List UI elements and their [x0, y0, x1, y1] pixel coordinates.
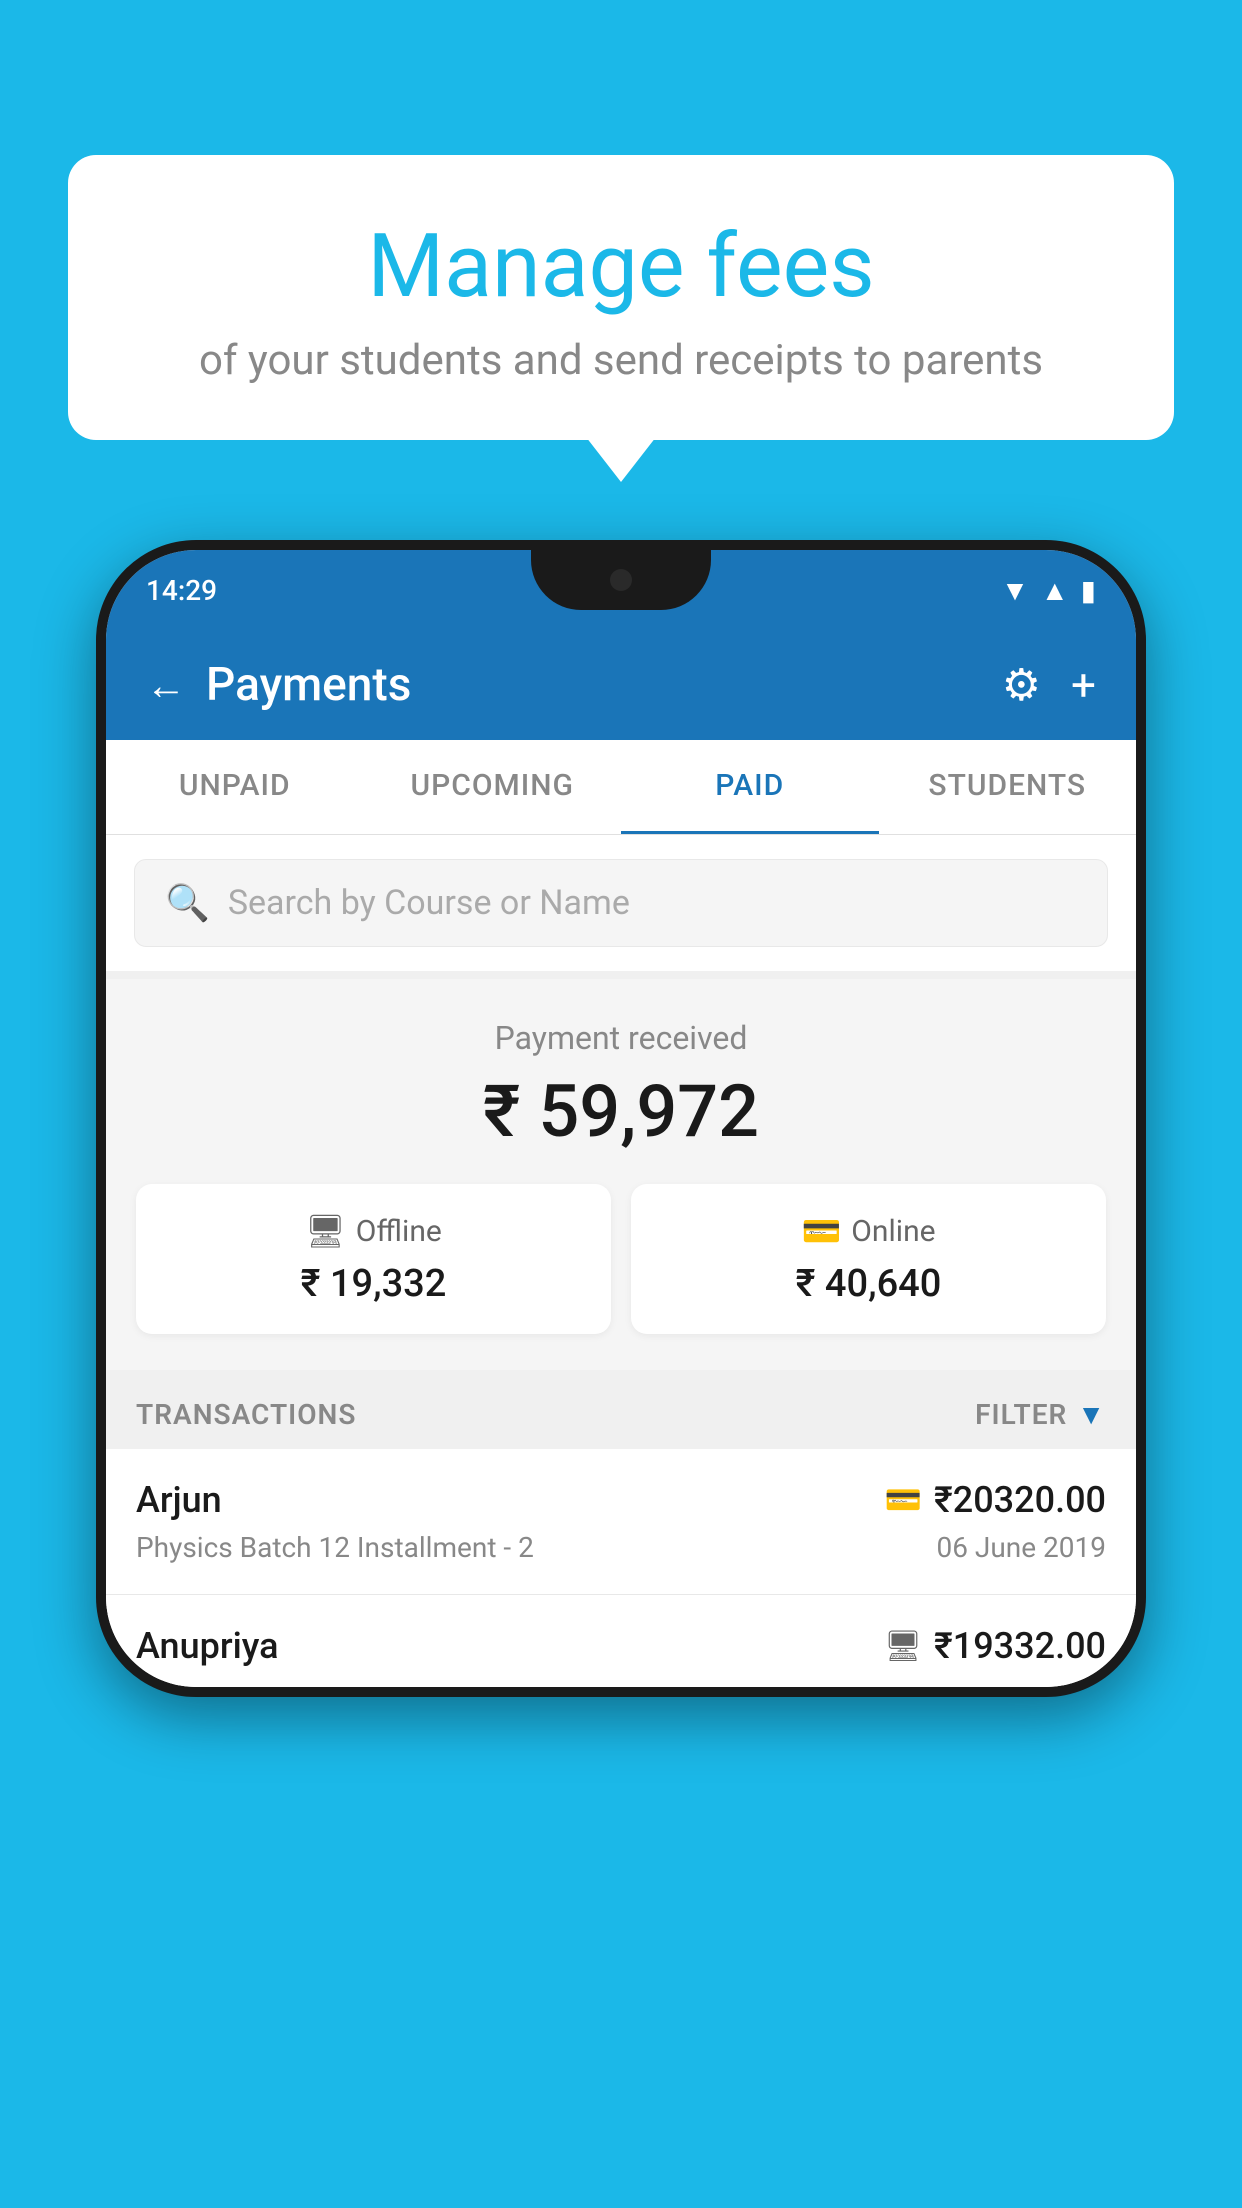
transactions-header: TRANSACTIONS FILTER ▼	[106, 1370, 1136, 1449]
status-bar: 14:29 ▼ ▲ ▮	[106, 550, 1136, 630]
online-payment-card: 💳 Online ₹ 40,640	[631, 1184, 1106, 1334]
online-amount: ₹ 40,640	[651, 1262, 1086, 1306]
transaction-name-1: Arjun	[136, 1479, 222, 1521]
search-icon: 🔍	[165, 882, 210, 924]
tabs-bar: UNPAID UPCOMING PAID STUDENTS	[106, 740, 1136, 835]
tab-students[interactable]: STUDENTS	[879, 740, 1137, 834]
payment-cards: 🖥 Offline ₹ 19,332 💳 Online ₹ 40,640	[136, 1184, 1106, 1334]
transaction-amount-container-2: 🖥 ₹19332.00	[884, 1625, 1106, 1667]
filter-icon: ▼	[1077, 1398, 1106, 1431]
transactions-label: TRANSACTIONS	[136, 1398, 356, 1431]
offline-card-header: 🖥 Offline	[156, 1212, 591, 1250]
transaction-top-2: Anupriya 🖥 ₹19332.00	[136, 1625, 1106, 1667]
payment-received-label: Payment received	[136, 1019, 1106, 1057]
payment-received-section: Payment received ₹ 59,972 🖥 Offline ₹ 19…	[106, 979, 1136, 1370]
transaction-date-1: 06 June 2019	[936, 1531, 1106, 1564]
transaction-detail-1: Physics Batch 12 Installment - 2	[136, 1531, 534, 1564]
battery-icon: ▮	[1081, 574, 1096, 607]
back-button[interactable]: ←	[146, 662, 186, 709]
wifi-icon: ▼	[1001, 574, 1029, 607]
offline-payment-icon-2: 🖥	[884, 1629, 922, 1664]
bubble-heading: Manage fees	[118, 215, 1124, 318]
search-bar-container: 🔍 Search by Course or Name	[106, 835, 1136, 971]
transaction-amount-1: ₹20320.00	[934, 1479, 1106, 1521]
search-input-placeholder[interactable]: Search by Course or Name	[228, 883, 630, 923]
speech-bubble: Manage fees of your students and send re…	[68, 155, 1174, 440]
offline-label: Offline	[356, 1214, 442, 1249]
tab-paid[interactable]: PAID	[621, 740, 879, 834]
speech-bubble-container: Manage fees of your students and send re…	[68, 155, 1174, 440]
online-icon: 💳	[801, 1212, 841, 1250]
table-row[interactable]: Arjun 💳 ₹20320.00 Physics Batch 12 Insta…	[106, 1449, 1136, 1595]
add-icon[interactable]: +	[1071, 659, 1096, 711]
payment-total-amount: ₹ 59,972	[136, 1069, 1106, 1154]
table-row[interactable]: Anupriya 🖥 ₹19332.00	[106, 1595, 1136, 1687]
bubble-subtext: of your students and send receipts to pa…	[118, 336, 1124, 385]
signal-icon: ▲	[1041, 574, 1069, 607]
filter-label: FILTER	[975, 1398, 1067, 1431]
camera-dot	[610, 569, 632, 591]
app-title: Payments	[206, 658, 411, 712]
header-icons: ⚙ +	[1002, 659, 1096, 711]
online-card-header: 💳 Online	[651, 1212, 1086, 1250]
app-header-left: ← Payments	[146, 658, 411, 712]
offline-icon: 🖥	[305, 1212, 346, 1250]
transaction-top-1: Arjun 💳 ₹20320.00	[136, 1479, 1106, 1521]
offline-payment-card: 🖥 Offline ₹ 19,332	[136, 1184, 611, 1334]
status-icons: ▼ ▲ ▮	[1001, 574, 1096, 607]
tab-upcoming[interactable]: UPCOMING	[364, 740, 622, 834]
filter-button[interactable]: FILTER ▼	[975, 1398, 1106, 1431]
settings-icon[interactable]: ⚙	[1002, 659, 1041, 711]
app-content: 🔍 Search by Course or Name Payment recei…	[106, 835, 1136, 1687]
online-payment-icon-1: 💳	[885, 1483, 922, 1518]
status-time: 14:29	[146, 574, 217, 607]
offline-amount: ₹ 19,332	[156, 1262, 591, 1306]
transaction-amount-2: ₹19332.00	[934, 1625, 1106, 1667]
transaction-amount-container-1: 💳 ₹20320.00	[885, 1479, 1106, 1521]
transaction-name-2: Anupriya	[136, 1625, 279, 1667]
online-label: Online	[851, 1214, 935, 1249]
tab-unpaid[interactable]: UNPAID	[106, 740, 364, 834]
phone-inner: 14:29 ▼ ▲ ▮ ← Payments ⚙ +	[106, 550, 1136, 1687]
transaction-bottom-1: Physics Batch 12 Installment - 2 06 June…	[136, 1531, 1106, 1564]
app-header: ← Payments ⚙ +	[106, 630, 1136, 740]
search-bar[interactable]: 🔍 Search by Course or Name	[134, 859, 1108, 947]
phone-notch	[531, 550, 711, 610]
phone-frame: 14:29 ▼ ▲ ▮ ← Payments ⚙ +	[96, 540, 1146, 1697]
